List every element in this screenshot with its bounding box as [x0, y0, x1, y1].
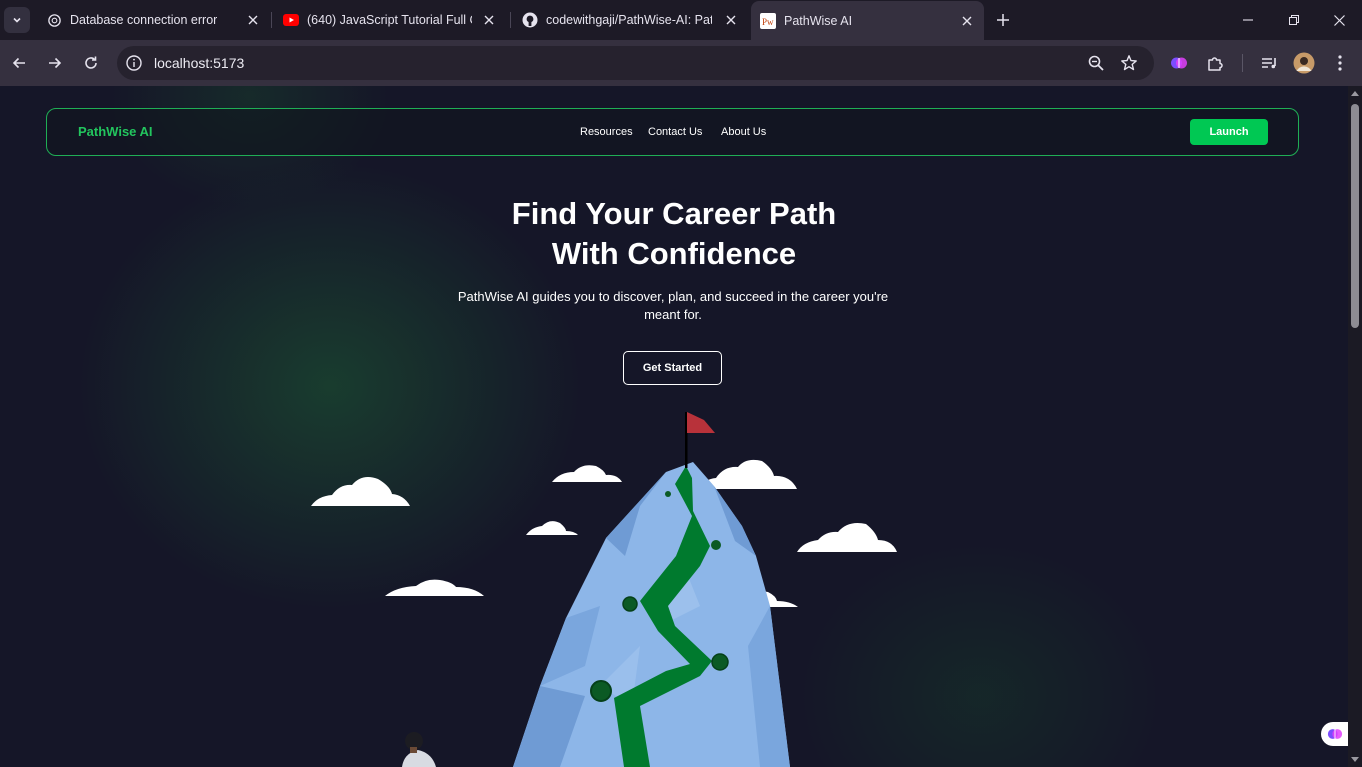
minimize-icon — [1243, 19, 1253, 21]
milestone-dot — [622, 596, 638, 612]
close-icon — [1333, 14, 1345, 26]
extensions-puzzle-icon[interactable] — [1204, 52, 1226, 74]
milestone-dot — [665, 491, 671, 497]
site-info-icon[interactable] — [125, 54, 143, 72]
github-icon — [522, 12, 538, 28]
tab-javascript-tutorial[interactable]: (640) JavaScript Tutorial Full Co — [274, 6, 506, 34]
chevron-down-icon — [13, 17, 21, 23]
svg-text:Pw: Pw — [762, 17, 774, 27]
cloud-icon — [797, 523, 897, 552]
get-started-button[interactable]: Get Started — [623, 351, 722, 385]
cloud-icon — [526, 521, 578, 535]
nav-link-contact-us[interactable]: Contact Us — [648, 126, 702, 138]
close-tab-icon[interactable] — [246, 13, 260, 27]
site-navbar: PathWise AI Resources Contact Us About U… — [46, 108, 1299, 156]
milestone-dot — [590, 680, 612, 702]
tab-database-error[interactable]: Database connection error — [38, 6, 270, 34]
youtube-icon — [283, 12, 299, 28]
climber-figure — [402, 732, 436, 767]
close-tab-icon[interactable] — [960, 14, 974, 28]
scroll-up-icon[interactable] — [1351, 90, 1359, 98]
tab-title: (640) JavaScript Tutorial Full Co — [307, 13, 472, 27]
reload-button[interactable] — [79, 51, 103, 75]
cloud-icon — [385, 579, 484, 596]
tab-title: Database connection error — [70, 13, 218, 27]
brand-logo[interactable]: PathWise AI — [78, 124, 153, 139]
scrollbar-thumb[interactable] — [1351, 104, 1359, 328]
page-viewport: PathWise AI Resources Contact Us About U… — [0, 86, 1348, 767]
tab-pathwise-ai[interactable]: Pw PathWise AI — [751, 1, 984, 40]
restore-button[interactable] — [1271, 0, 1317, 40]
close-window-button[interactable] — [1316, 0, 1362, 40]
bookmark-star-icon[interactable] — [1120, 54, 1138, 72]
restore-icon — [1289, 15, 1299, 25]
tab-search-button[interactable] — [4, 7, 30, 33]
mountain-illustration — [311, 412, 897, 767]
nav-link-resources[interactable]: Resources — [580, 126, 633, 138]
hero-title-line-2: With Confidence — [551, 236, 797, 271]
milestone-dot — [711, 540, 721, 550]
milestone-dot — [711, 653, 729, 671]
launch-button[interactable]: Launch — [1190, 119, 1268, 145]
scroll-down-icon[interactable] — [1351, 755, 1359, 763]
page-scrollbar[interactable] — [1348, 86, 1362, 767]
forward-button[interactable] — [43, 51, 67, 75]
close-tab-icon[interactable] — [482, 13, 496, 27]
ai-extension-icon[interactable] — [1168, 52, 1190, 74]
browser-tab-bar: Database connection error (640) JavaScri… — [0, 0, 1362, 40]
summit-flag-icon — [685, 412, 715, 468]
back-button[interactable] — [7, 51, 31, 75]
url-text: localhost:5173 — [154, 55, 245, 71]
browser-menu-icon[interactable] — [1329, 52, 1351, 74]
tab-title: codewithgaji/PathWise-AI: Path — [546, 13, 712, 27]
pathwise-favicon: Pw — [760, 12, 776, 29]
hero-title: Find Your Career Path With Confidence — [374, 194, 974, 274]
toolbar-separator — [1242, 54, 1243, 72]
browser-toolbar: localhost:5173 — [0, 40, 1362, 86]
reload-icon — [85, 56, 97, 69]
tab-github-repo[interactable]: codewithgaji/PathWise-AI: Path — [512, 6, 748, 34]
tab-separator — [510, 12, 511, 28]
arrow-left-icon — [12, 57, 25, 69]
plus-icon — [997, 14, 1009, 26]
nav-link-about-us[interactable]: About Us — [721, 126, 766, 138]
address-bar[interactable]: localhost:5173 — [117, 46, 1154, 80]
zoom-icon[interactable] — [1087, 54, 1105, 72]
tab-separator — [271, 12, 272, 28]
tab-title: PathWise AI — [784, 13, 853, 28]
hero-title-line-1: Find Your Career Path — [511, 196, 837, 231]
floating-assistant-button[interactable] — [1321, 722, 1348, 746]
minimize-button[interactable] — [1225, 0, 1271, 40]
cloud-icon — [698, 459, 797, 489]
profile-avatar[interactable] — [1293, 52, 1315, 74]
arrow-right-icon — [49, 57, 62, 69]
ai-extension-icon — [1327, 729, 1343, 739]
cloud-icon — [552, 465, 622, 482]
cloud-icon — [311, 477, 410, 506]
new-tab-button[interactable] — [992, 9, 1014, 31]
hero-subtitle: PathWise AI guides you to discover, plan… — [457, 289, 889, 322]
media-controls-icon[interactable] — [1258, 52, 1280, 74]
close-tab-icon[interactable] — [724, 13, 738, 27]
openai-icon — [46, 12, 62, 28]
